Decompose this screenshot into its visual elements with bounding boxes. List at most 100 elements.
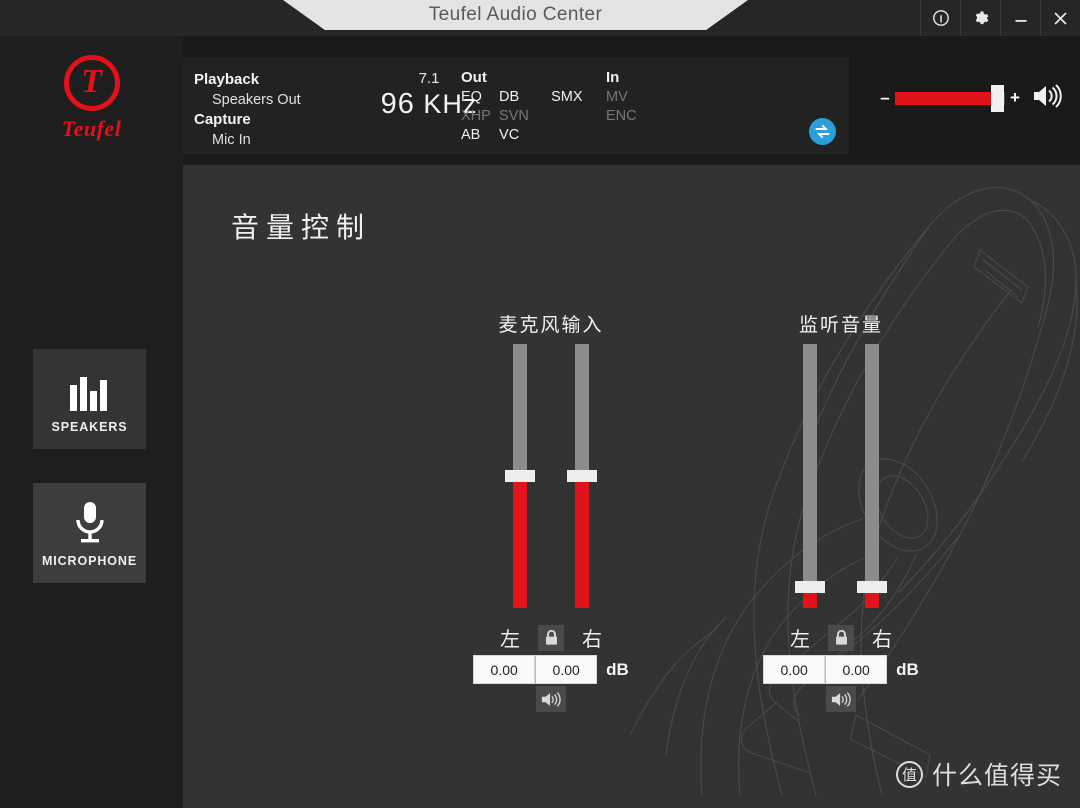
link-channels-lock-button[interactable]	[538, 624, 564, 651]
mute-button[interactable]	[826, 686, 856, 712]
value-input-row: dB	[458, 655, 644, 684]
title-plate: Teufel Audio Center	[283, 0, 748, 30]
settings-button[interactable]	[960, 0, 1000, 36]
in-flags: MV ENC	[606, 88, 637, 126]
master-volume-thumb[interactable]	[990, 84, 1004, 112]
slider-left-channel[interactable]	[505, 344, 535, 608]
sidebar-item-label: SPEAKERS	[51, 419, 128, 434]
swap-arrows-icon	[815, 124, 830, 139]
minimize-icon	[1015, 20, 1026, 22]
value-input-row: dB	[748, 655, 934, 684]
sidebar-item-label: MICROPHONE	[41, 553, 138, 568]
minimize-button[interactable]	[1000, 0, 1040, 36]
slider-track-lower-fill	[865, 592, 879, 608]
slider-group-monitor-volume: 监听音量 左 右 0.00 0.00 dB	[748, 310, 934, 740]
close-icon	[1054, 11, 1067, 25]
close-button[interactable]	[1040, 0, 1080, 36]
status-in-column: In MV ENC	[606, 69, 637, 126]
slider-thumb[interactable]	[857, 580, 887, 593]
speaker-icon[interactable]	[1032, 83, 1062, 114]
volume-increase-button[interactable]: +	[1008, 88, 1022, 108]
master-volume-fill	[895, 91, 998, 105]
slider-group-microphone-input: 麦克风输入 左 右 0.00 0.00 dB	[458, 310, 644, 740]
out-flag-vc[interactable]: VC	[499, 126, 519, 145]
out-flag-xhp[interactable]: XHP	[461, 107, 495, 126]
slider-thumb[interactable]	[795, 580, 825, 593]
logo-wordmark: Teufel	[61, 116, 122, 141]
slider-left-channel[interactable]	[795, 344, 825, 608]
capture-label: Capture	[194, 111, 251, 128]
info-icon	[932, 10, 949, 26]
in-flag-enc[interactable]: ENC	[606, 107, 637, 126]
right-channel-value-input[interactable]	[535, 655, 598, 684]
in-label: In	[606, 69, 620, 86]
sample-rate-number: 96	[380, 88, 415, 120]
watermark-badge: 值	[895, 760, 923, 788]
watermark: 值 什么值得买	[895, 756, 1062, 792]
slider-pair	[748, 344, 934, 608]
main-panel: 音量控制 麦克风输入 左 右 0.00 0.00 dB 监听音量 左 右 0.0…	[183, 165, 1080, 808]
lock-closed-icon	[545, 629, 557, 645]
window-title: Teufel Audio Center	[428, 4, 603, 25]
out-flags: EQ DB SMX XHP SVN AB VC	[461, 88, 582, 145]
slider-track-upper	[803, 344, 817, 587]
swap-device-button[interactable]	[809, 118, 836, 145]
out-flag-eq[interactable]: EQ	[461, 88, 495, 107]
mute-button[interactable]	[536, 686, 566, 712]
channel-label-row: 左 右	[748, 623, 934, 652]
slider-track-upper	[575, 344, 589, 476]
device-status-bar: Playback Speakers Out Capture Mic In 7.1…	[183, 57, 849, 154]
out-flag-svn[interactable]: SVN	[499, 107, 529, 126]
window-controls	[920, 0, 1080, 36]
out-flag-smx[interactable]: SMX	[551, 88, 582, 107]
info-button[interactable]	[920, 0, 960, 36]
out-flag-db[interactable]: DB	[499, 88, 547, 107]
brand-logo: T Teufel	[0, 55, 183, 142]
capture-value: Mic In	[212, 132, 251, 148]
sidebar: T Teufel SPEAKERS MICROPHONE	[0, 36, 183, 808]
unit-label: dB	[606, 659, 629, 679]
sidebar-item-microphone[interactable]: MICROPHONE	[33, 483, 146, 583]
group-title: 麦克风输入	[498, 314, 604, 336]
page-title: 音量控制	[231, 211, 372, 244]
slider-right-channel[interactable]	[857, 344, 887, 608]
left-channel-label: 左	[790, 627, 810, 651]
sidebar-nav: SPEAKERS MICROPHONE	[33, 349, 146, 617]
left-channel-value-input[interactable]	[763, 655, 826, 684]
speaker-icon	[541, 691, 561, 707]
teufel-mark-icon: T	[63, 55, 120, 111]
unit-label: dB	[896, 659, 919, 679]
gear-icon	[975, 10, 989, 24]
status-routing: Playback Speakers Out Capture Mic In	[194, 70, 301, 150]
left-channel-value-input[interactable]	[473, 655, 536, 684]
slider-thumb[interactable]	[505, 470, 535, 482]
left-channel-label: 左	[500, 627, 520, 651]
slider-track-upper	[513, 344, 527, 476]
right-channel-label: 右	[872, 627, 892, 651]
sidebar-item-speakers[interactable]: SPEAKERS	[33, 349, 146, 449]
slider-track-lower-fill	[803, 592, 817, 608]
lock-closed-icon	[835, 629, 847, 645]
right-channel-value-input[interactable]	[825, 655, 888, 684]
link-channels-lock-button[interactable]	[828, 624, 854, 651]
right-channel-label: 右	[582, 627, 602, 651]
microphone-icon	[73, 499, 107, 545]
status-out-column: Out EQ DB SMX XHP SVN AB VC	[461, 69, 582, 145]
playback-label: Playback	[194, 71, 260, 88]
channel-label-row: 左 右	[458, 623, 644, 652]
group-title: 监听音量	[798, 314, 883, 336]
logo-letter: T	[81, 63, 102, 100]
volume-decrease-button[interactable]: –	[878, 88, 892, 108]
master-volume-slider[interactable]	[895, 84, 1005, 112]
equalizer-bars-icon	[67, 365, 113, 411]
slider-track-lower-fill	[575, 482, 589, 608]
slider-track-lower-fill	[513, 482, 527, 608]
master-volume-control: – +	[878, 78, 1068, 118]
out-label: Out	[461, 69, 487, 86]
speaker-icon	[831, 691, 851, 707]
slider-right-channel[interactable]	[567, 344, 597, 608]
playback-value: Speakers Out	[212, 92, 301, 108]
in-flag-mv[interactable]: MV	[606, 88, 628, 107]
slider-thumb[interactable]	[567, 470, 597, 482]
out-flag-ab[interactable]: AB	[461, 126, 495, 145]
